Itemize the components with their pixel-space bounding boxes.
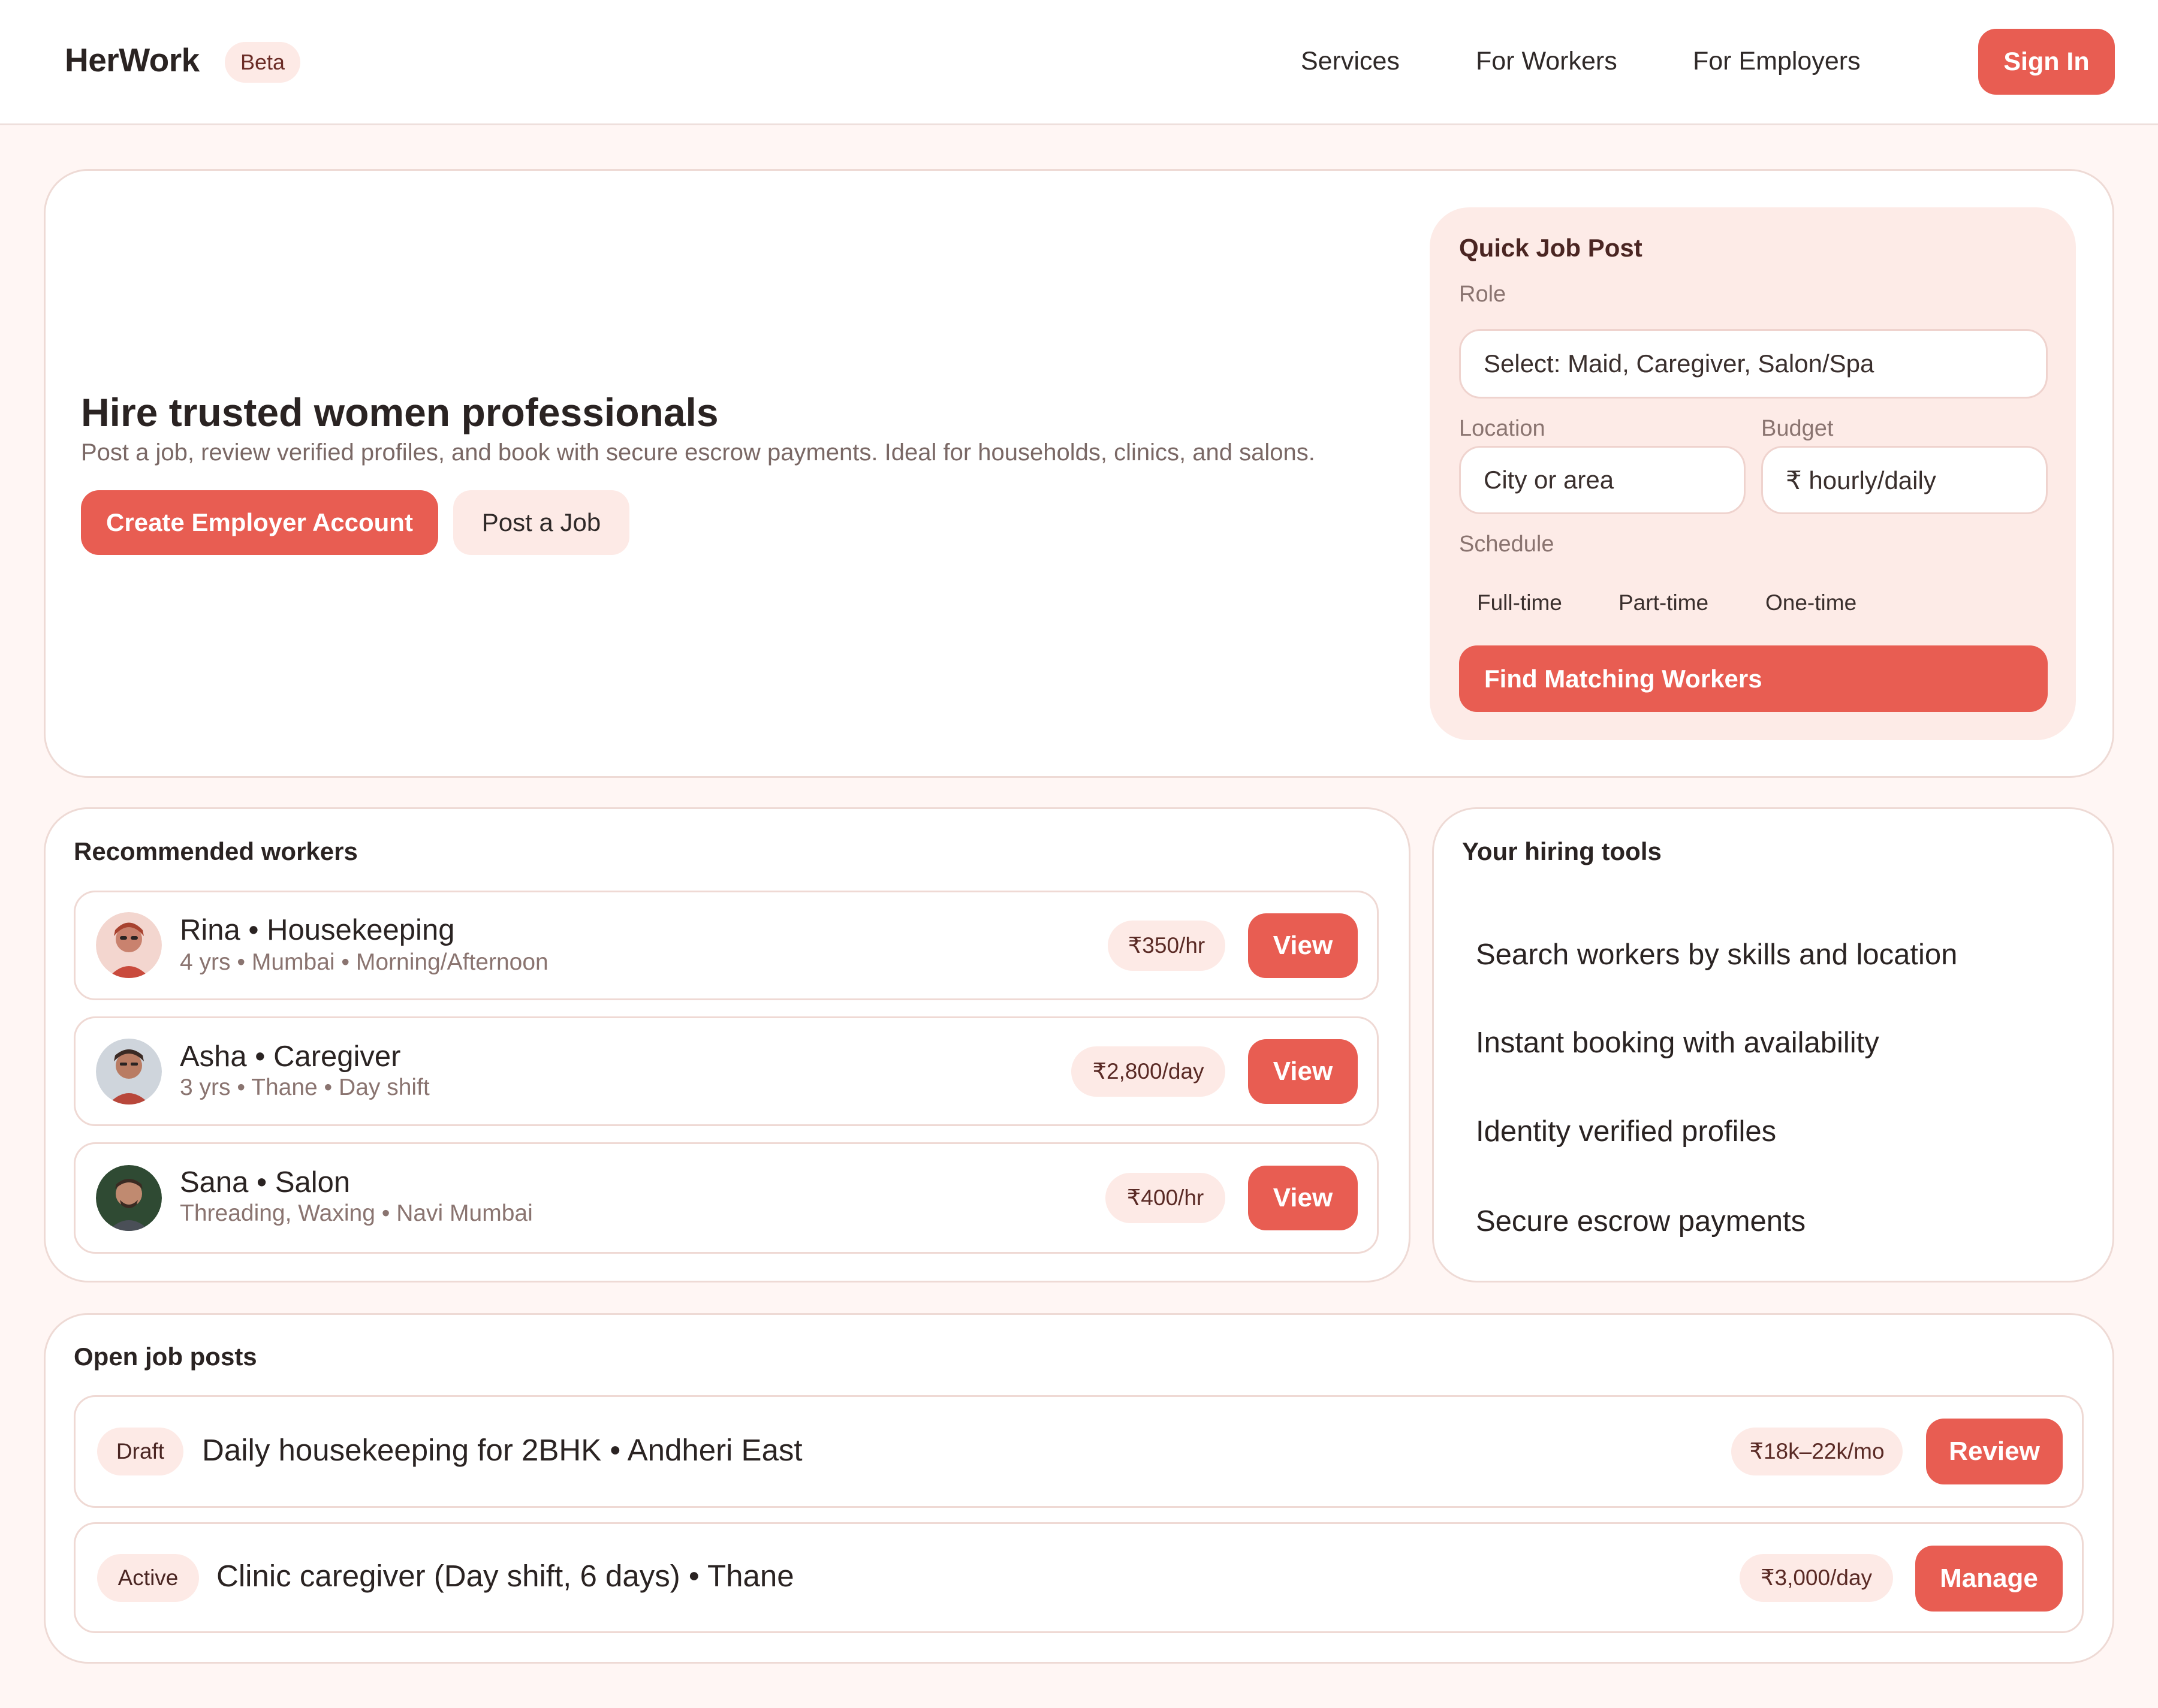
beta-badge: Beta: [225, 42, 301, 83]
tool-item: Identity verified profiles: [1476, 1115, 1777, 1148]
view-worker-button[interactable]: View: [1248, 1039, 1358, 1104]
tool-item: Secure escrow payments: [1476, 1205, 1806, 1238]
quick-job-post-title: Quick Job Post: [1459, 234, 1642, 262]
worker-name: Rina • Housekeeping: [180, 914, 455, 946]
location-input[interactable]: City or area: [1459, 446, 1746, 514]
top-navigation-bar: HerWork Beta Services For Workers For Em…: [0, 0, 2158, 125]
find-matching-workers-button[interactable]: Find Matching Workers: [1459, 645, 2048, 712]
worker-meta: 3 yrs • Thane • Day shift: [180, 1075, 430, 1100]
create-employer-account-button[interactable]: Create Employer Account: [81, 490, 438, 555]
schedule-part-time[interactable]: Part-time: [1618, 590, 1708, 615]
post-a-job-button[interactable]: Post a Job: [453, 490, 629, 555]
worker-name: Asha • Caregiver: [180, 1040, 401, 1073]
job-title: Clinic caregiver (Day shift, 6 days) • T…: [216, 1559, 794, 1593]
tool-item: Instant booking with availability: [1476, 1027, 1879, 1059]
role-select-placeholder: Select: Maid, Caregiver, Salon/Spa: [1484, 349, 1874, 378]
status-badge: Draft: [97, 1428, 183, 1475]
worker-avatar: [96, 912, 162, 978]
schedule-label: Schedule: [1459, 532, 1554, 557]
worker-rate-badge: ₹400/hr: [1105, 1173, 1225, 1223]
worker-rate-badge: ₹2,800/day: [1071, 1046, 1225, 1097]
view-worker-button[interactable]: View: [1248, 1166, 1358, 1230]
job-pay-badge: ₹18k–22k/mo: [1731, 1428, 1903, 1475]
worker-avatar: [96, 1039, 162, 1105]
nav-for-workers[interactable]: For Workers: [1476, 46, 1617, 77]
role-label: Role: [1459, 282, 1506, 307]
brand-logo[interactable]: HerWork: [65, 41, 200, 79]
worker-meta: Threading, Waxing • Navi Mumbai: [180, 1200, 533, 1226]
schedule-full-time[interactable]: Full-time: [1477, 590, 1562, 615]
review-job-button[interactable]: Review: [1926, 1419, 2063, 1484]
recommended-workers-title: Recommended workers: [74, 837, 358, 865]
nav-for-employers[interactable]: For Employers: [1693, 46, 1861, 77]
job-title: Daily housekeeping for 2BHK • Andheri Ea…: [202, 1433, 803, 1467]
worker-meta: 4 yrs • Mumbai • Morning/Afternoon: [180, 949, 548, 975]
open-job-posts-title: Open job posts: [74, 1342, 257, 1371]
nav-services[interactable]: Services: [1301, 46, 1400, 77]
hero-title: Hire trusted women professionals: [81, 390, 719, 434]
budget-label: Budget: [1761, 416, 1834, 441]
worker-name: Sana • Salon: [180, 1166, 351, 1199]
sign-in-button[interactable]: Sign In: [1978, 29, 2115, 95]
status-badge: Active: [97, 1554, 199, 1602]
hero-subtitle: Post a job, review verified profiles, an…: [81, 439, 1315, 466]
tool-item: Search workers by skills and location: [1476, 939, 1958, 971]
budget-input[interactable]: ₹ hourly/daily: [1761, 446, 2048, 514]
worker-rate-badge: ₹350/hr: [1108, 921, 1225, 971]
location-input-placeholder: City or area: [1484, 466, 1614, 494]
location-label: Location: [1459, 416, 1545, 441]
role-select[interactable]: Select: Maid, Caregiver, Salon/Spa: [1459, 329, 2048, 399]
budget-input-placeholder: ₹ hourly/daily: [1786, 466, 1936, 494]
view-worker-button[interactable]: View: [1248, 913, 1358, 978]
job-pay-badge: ₹3,000/day: [1740, 1554, 1893, 1602]
hiring-tools-title: Your hiring tools: [1462, 837, 1662, 865]
schedule-one-time[interactable]: One-time: [1765, 590, 1856, 615]
worker-avatar: [96, 1165, 162, 1231]
manage-job-button[interactable]: Manage: [1915, 1546, 2063, 1612]
